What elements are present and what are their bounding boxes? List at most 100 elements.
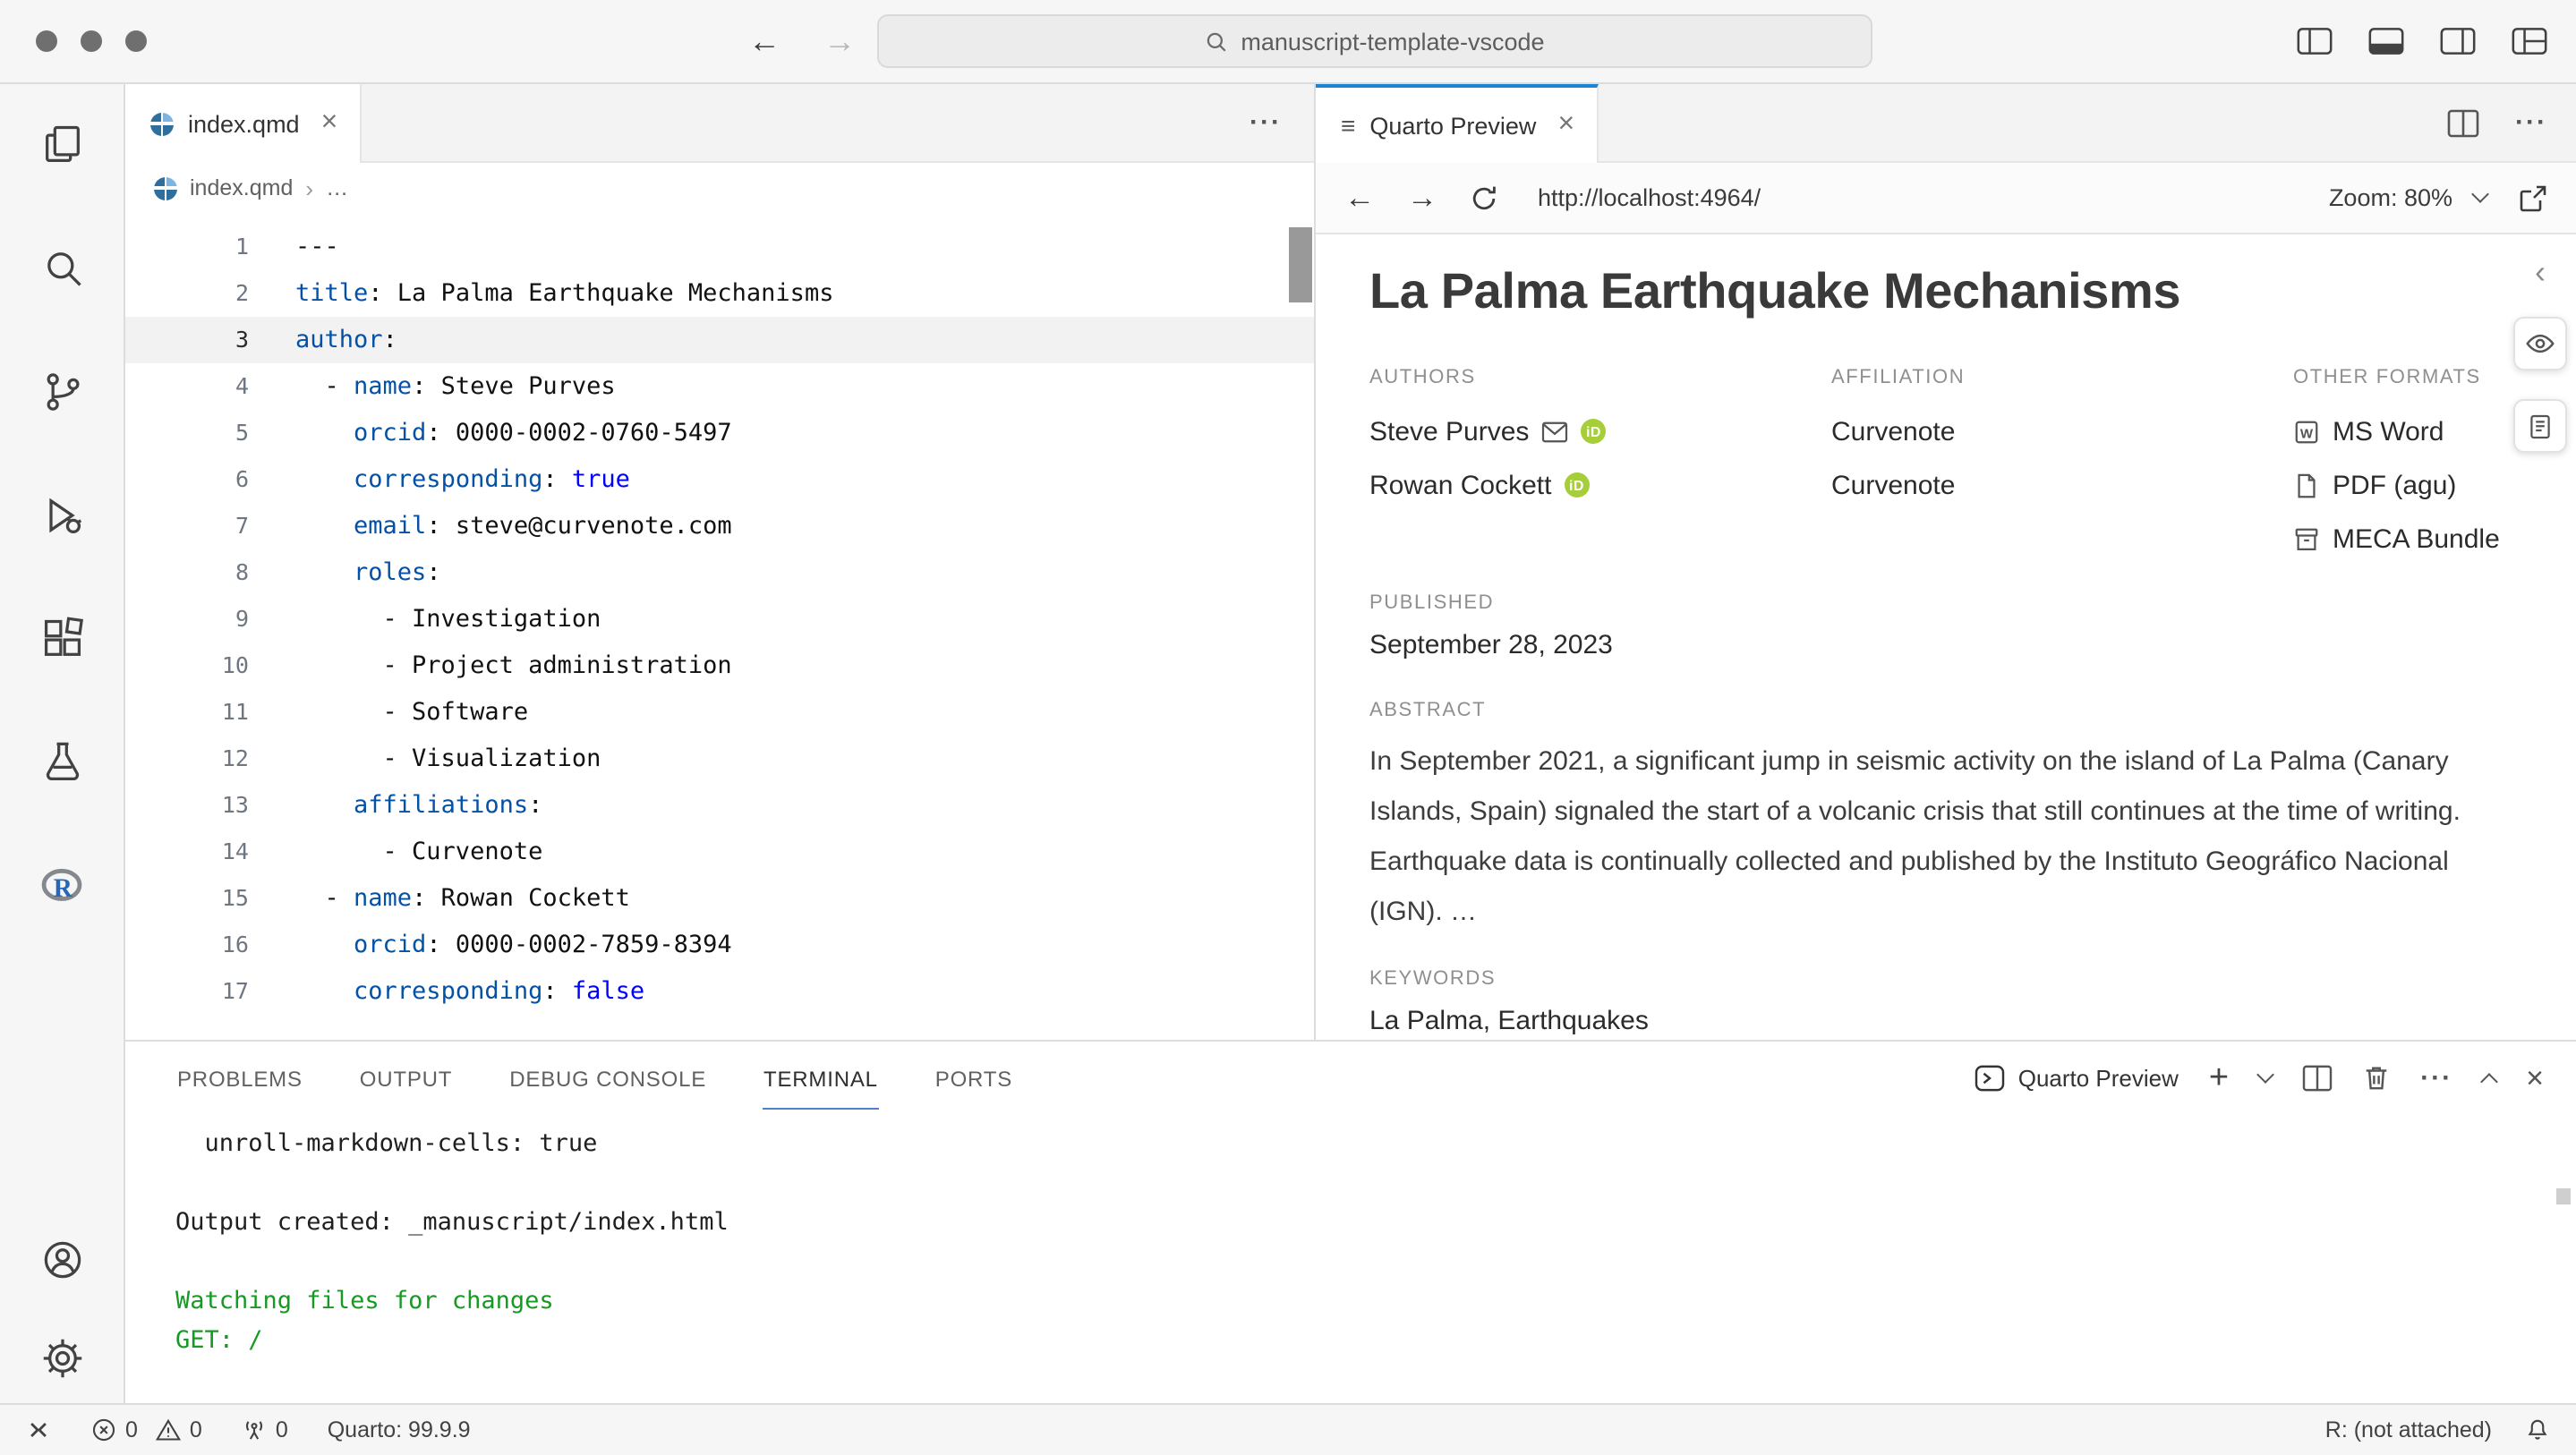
code-line[interactable]: 5 orcid: 0000-0002-0760-5497 <box>125 410 1314 456</box>
format-label: MECA Bundle <box>2333 523 2500 554</box>
split-terminal-icon[interactable] <box>2302 1064 2333 1091</box>
code-line[interactable]: 10 - Project administration <box>125 642 1314 689</box>
code-line[interactable]: 15 - name: Rowan Cockett <box>125 875 1314 922</box>
split-editor-icon[interactable] <box>2447 108 2479 137</box>
close-panel-icon[interactable]: × <box>2526 1062 2544 1093</box>
testing-icon[interactable] <box>38 737 86 786</box>
code-line[interactable]: 2title: La Palma Earthquake Mechanisms <box>125 270 1314 317</box>
remote-icon <box>25 1417 52 1442</box>
r-status[interactable]: R: (not attached) <box>2325 1417 2492 1442</box>
code-line[interactable]: 6 corresponding: true <box>125 456 1314 503</box>
tab-index-qmd[interactable]: index.qmd × <box>125 84 361 163</box>
remote-indicator[interactable] <box>25 1417 52 1442</box>
code-line[interactable]: 14 - Curvenote <box>125 829 1314 875</box>
maximize-panel-icon[interactable] <box>2480 1072 2498 1090</box>
authors-list: Steve PurvesiDRowan CockettiD <box>1369 404 1831 512</box>
terminal[interactable]: unroll-markdown-cells: true Output creat… <box>125 1113 2576 1403</box>
preview-more-actions-icon[interactable]: ··· <box>2515 107 2547 138</box>
terminal-dropdown-icon[interactable] <box>2256 1065 2274 1083</box>
traffic-lights <box>36 30 147 52</box>
orcid-icon[interactable]: iD <box>1581 419 1606 444</box>
code-line[interactable]: 8 roles: <box>125 549 1314 596</box>
panel-more-actions-icon[interactable]: ··· <box>2420 1062 2452 1093</box>
command-center-search[interactable]: manuscript-template-vscode <box>877 14 1872 68</box>
preview-forward-icon[interactable]: → <box>1407 180 1437 216</box>
code-line[interactable]: 12 - Visualization <box>125 736 1314 782</box>
collapse-chevron-icon[interactable]: ‹ <box>2535 256 2546 288</box>
panel-tab-debug-console[interactable]: DEBUG CONSOLE <box>508 1046 708 1109</box>
accounts-icon[interactable] <box>38 1235 86 1283</box>
terminal-output: unroll-markdown-cells: true Output creat… <box>175 1124 2576 1360</box>
panel-tab-terminal[interactable]: TERMINAL <box>762 1046 880 1109</box>
format-link-meca[interactable]: MECA Bundle <box>2293 512 2522 566</box>
history-forward-icon[interactable]: → <box>823 22 856 60</box>
code-line[interactable]: 11 - Software <box>125 689 1314 736</box>
terminal-scrollbar[interactable] <box>2556 1188 2571 1204</box>
reload-icon[interactable] <box>1470 183 1498 212</box>
email-icon[interactable] <box>1541 420 1568 443</box>
format-link-pdf[interactable]: PDF (agu) <box>2293 458 2522 512</box>
code-editor[interactable]: 1---2title: La Palma Earthquake Mechanis… <box>125 213 1314 1040</box>
code-line[interactable]: 9 - Investigation <box>125 596 1314 642</box>
close-window-button[interactable] <box>36 30 57 52</box>
breadcrumb-separator-icon: › <box>305 174 313 201</box>
zoom-dropdown-icon[interactable] <box>2471 185 2489 203</box>
format-link-ms-word[interactable]: WMS Word <box>2293 404 2522 458</box>
code-line[interactable]: 1--- <box>125 224 1314 270</box>
panel-tab-output[interactable]: OUTPUT <box>358 1046 454 1109</box>
meca-icon <box>2293 525 2320 552</box>
code-line[interactable]: 13 affiliations: <box>125 782 1314 829</box>
eye-icon[interactable] <box>2513 317 2567 370</box>
tab-quarto-preview[interactable]: ≡ Quarto Preview × <box>1316 84 1598 163</box>
affiliation-row: Curvenote <box>1831 404 2293 458</box>
line-number: 8 <box>125 549 276 596</box>
panel-tab-problems[interactable]: PROBLEMS <box>175 1046 304 1109</box>
history-back-icon[interactable]: ← <box>748 22 780 60</box>
toggle-panel-icon[interactable] <box>2368 27 2404 55</box>
orcid-icon[interactable]: iD <box>1564 472 1589 498</box>
toggle-sidebar-icon[interactable] <box>2297 27 2333 55</box>
preview-back-icon[interactable]: ← <box>1344 180 1375 216</box>
new-terminal-icon[interactable]: + <box>2209 1060 2229 1094</box>
search-icon[interactable] <box>38 243 86 292</box>
explorer-icon[interactable] <box>38 120 86 168</box>
r-lang-icon[interactable]: R <box>38 861 86 909</box>
run-debug-icon[interactable] <box>38 490 86 539</box>
notes-icon[interactable] <box>2513 399 2567 453</box>
line-number: 14 <box>125 829 276 875</box>
settings-gear-icon[interactable] <box>38 1333 86 1382</box>
terminal-picker[interactable]: Quarto Preview <box>1975 1064 2179 1091</box>
editor-actions-more-icon[interactable]: ··· <box>1250 84 1314 161</box>
source-control-icon[interactable] <box>38 367 86 415</box>
breadcrumb-file[interactable]: index.qmd <box>190 175 293 200</box>
open-external-icon[interactable] <box>2519 183 2547 212</box>
editor-scrollbar[interactable] <box>1289 227 1312 302</box>
breadcrumb[interactable]: index.qmd › … <box>125 163 1314 213</box>
problems-status[interactable]: 0 0 <box>91 1417 202 1442</box>
code-line[interactable]: 7 email: steve@curvenote.com <box>125 503 1314 549</box>
minimize-window-button[interactable] <box>81 30 102 52</box>
line-number: 2 <box>125 270 276 317</box>
ports-status[interactable]: 0 <box>242 1417 288 1442</box>
notifications-bell-icon[interactable] <box>2524 1417 2551 1443</box>
terminal-line: Watching files for changes <box>175 1281 2576 1321</box>
kill-terminal-icon[interactable] <box>2363 1063 2390 1092</box>
zoom-level[interactable]: Zoom: 80% <box>2329 184 2452 211</box>
preview-toolbar: ← → http://localhost:4964/ Zoom: 80% <box>1316 163 2576 234</box>
quarto-version[interactable]: Quarto: 99.9.9 <box>328 1417 471 1442</box>
close-preview-tab-icon[interactable]: × <box>1557 111 1574 140</box>
published-date: September 28, 2023 <box>1369 630 2522 660</box>
customize-layout-icon[interactable] <box>2512 27 2547 55</box>
formats-header: OTHER FORMATS <box>2293 367 2522 388</box>
breadcrumb-symbol[interactable]: … <box>326 175 348 200</box>
preview-url[interactable]: http://localhost:4964/ <box>1538 184 1761 211</box>
close-tab-icon[interactable]: × <box>321 109 338 138</box>
code-line[interactable]: 17 corresponding: false <box>125 968 1314 1015</box>
extensions-icon[interactable] <box>38 614 86 662</box>
code-line[interactable]: 4 - name: Steve Purves <box>125 363 1314 410</box>
code-line[interactable]: 3author: <box>125 317 1314 363</box>
toggle-secondary-sidebar-icon[interactable] <box>2440 27 2476 55</box>
code-line[interactable]: 16 orcid: 0000-0002-7859-8394 <box>125 922 1314 968</box>
panel-tab-ports[interactable]: PORTS <box>934 1046 1014 1109</box>
zoom-window-button[interactable] <box>125 30 147 52</box>
